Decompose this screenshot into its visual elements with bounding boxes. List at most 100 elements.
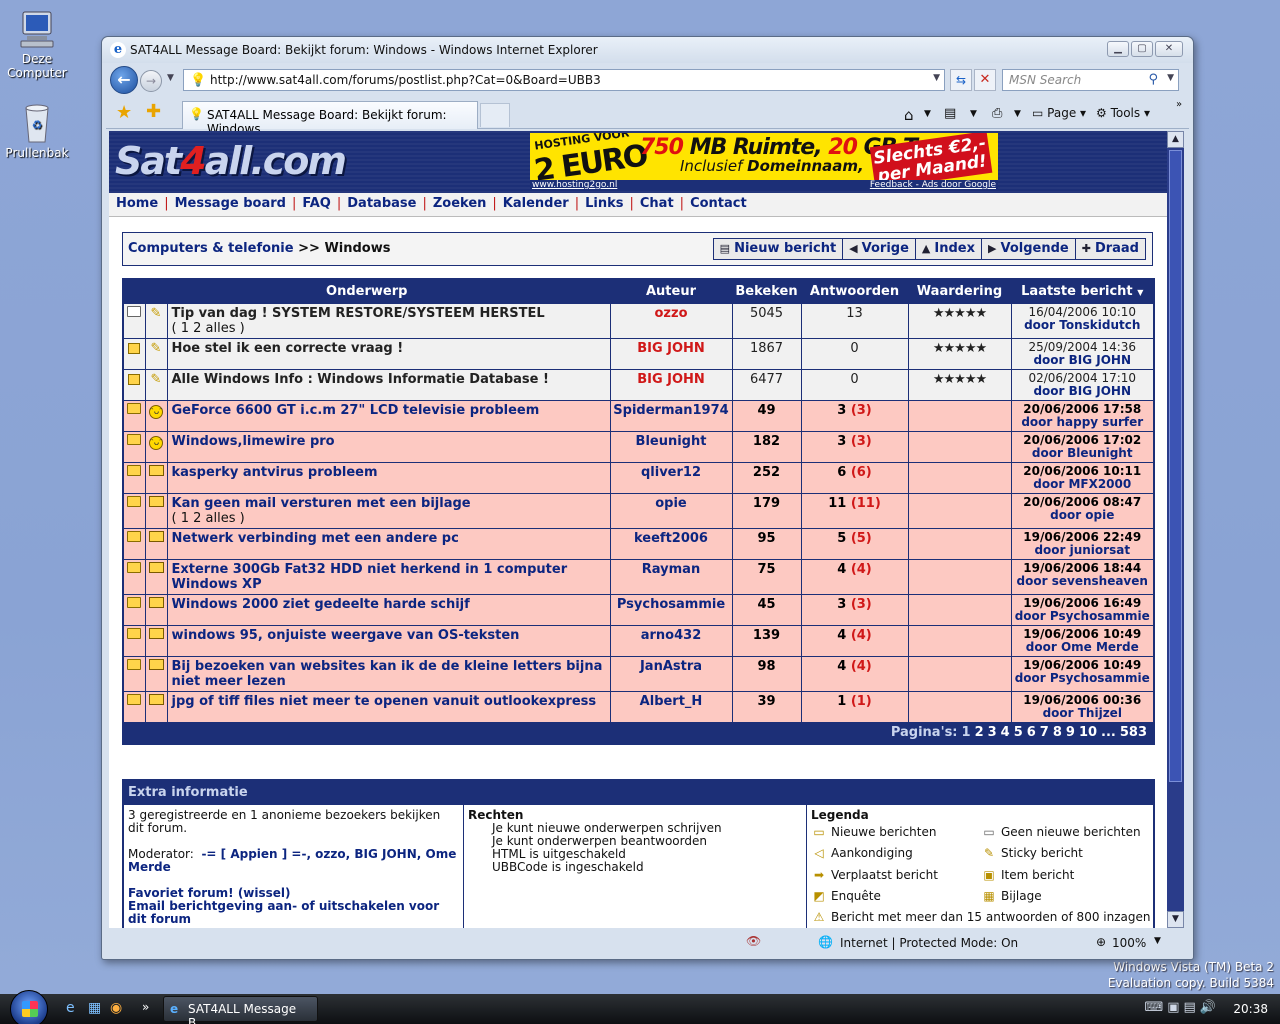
topic-link[interactable]: windows 95, onjuiste weergave van OS-tek…: [172, 628, 520, 643]
zoom-dropdown-icon[interactable]: ▼: [1154, 936, 1161, 946]
topic-pages[interactable]: ( 1 2 alles ): [172, 511, 608, 526]
menu-item-contact[interactable]: Contact: [690, 196, 747, 211]
col-replies[interactable]: Antwoorden: [800, 278, 909, 304]
page-link[interactable]: 8: [1053, 725, 1062, 740]
scroll-down-icon[interactable]: ▼: [1167, 911, 1184, 928]
desktop-icon-recycle-bin[interactable]: ♻ Prullenbak: [4, 102, 70, 160]
topic-link[interactable]: Externe 300Gb Fat32 HDD niet herkend in …: [172, 562, 568, 592]
menu-item-message-board[interactable]: Message board: [175, 196, 286, 211]
last-post-author[interactable]: door Tonskidutch: [1014, 318, 1152, 332]
print-icon[interactable]: ⎙: [992, 106, 1002, 121]
topic-author[interactable]: qliver12: [609, 461, 733, 494]
topic-link[interactable]: Netwerk verbinding met een andere pc: [172, 531, 459, 546]
stop-button[interactable]: ✕: [974, 69, 996, 91]
topic-author[interactable]: Bleunight: [609, 430, 733, 463]
browser-tab[interactable]: 💡 SAT4ALL Message Board: Bekijkt forum: …: [182, 101, 478, 136]
menu-item-links[interactable]: Links: [585, 196, 623, 211]
breadcrumb-parent[interactable]: Computers & telefonie: [128, 241, 294, 256]
topic-author[interactable]: Rayman: [609, 558, 733, 595]
start-button[interactable]: [10, 990, 48, 1024]
ie-quicklaunch-icon[interactable]: e: [66, 1000, 75, 1016]
zoom-icon[interactable]: ⊕: [1096, 935, 1106, 949]
topic-link[interactable]: Alle Windows Info : Windows Informatie D…: [172, 372, 549, 387]
topic-link[interactable]: jpg of tiff files niet meer te openen va…: [172, 694, 597, 709]
chevron-right-icon[interactable]: »: [1176, 99, 1182, 110]
topic-pages[interactable]: ( 1 2 alles ): [172, 321, 608, 336]
last-post-author[interactable]: door Psychosammie: [1014, 671, 1152, 685]
tools-menu[interactable]: ⚙ Tools ▾: [1096, 106, 1150, 120]
home-dropdown-icon[interactable]: ▼: [924, 109, 931, 119]
home-icon[interactable]: ⌂: [904, 106, 914, 124]
menu-item-kalender[interactable]: Kalender: [503, 196, 569, 211]
last-post-author[interactable]: door Thijzel: [1014, 706, 1152, 720]
last-post-author[interactable]: door juniorsat: [1014, 543, 1152, 557]
new-tab-button[interactable]: [480, 103, 510, 127]
menu-item-home[interactable]: Home: [116, 196, 158, 211]
topic-author[interactable]: Spiderman1974: [609, 399, 733, 432]
topic-link[interactable]: Kan geen mail versturen met een bijlage: [172, 496, 471, 511]
new-post-button[interactable]: ▤ Nieuw bericht: [714, 239, 844, 259]
minimize-button[interactable]: ▁: [1107, 41, 1129, 57]
topic-link[interactable]: Tip van dag ! SYSTEM RESTORE/SYSTEEM HER…: [172, 306, 545, 321]
page-link[interactable]: 4: [1001, 725, 1010, 740]
close-button[interactable]: ✕: [1155, 41, 1183, 57]
next-button[interactable]: ▶ Volgende: [982, 239, 1076, 259]
page-menu[interactable]: ▭ Page ▾: [1032, 106, 1086, 120]
maximize-button[interactable]: ▢: [1131, 41, 1153, 57]
desktop-quicklaunch-icon[interactable]: ▦: [88, 1000, 101, 1016]
menu-item-zoeken[interactable]: Zoeken: [433, 196, 487, 211]
clock[interactable]: 20:38: [1233, 1002, 1268, 1016]
email-notify-link[interactable]: Email berichtgeving aan- of uitschakelen…: [128, 900, 459, 926]
search-icon[interactable]: ⚲: [1148, 72, 1158, 87]
last-post-author[interactable]: door BIG JOHN: [1014, 384, 1152, 398]
print-dropdown-icon[interactable]: ▼: [1014, 109, 1021, 119]
topic-author[interactable]: BIG JOHN: [609, 368, 733, 401]
page-link[interactable]: 583: [1120, 725, 1147, 740]
title-bar[interactable]: e SAT4ALL Message Board: Bekijkt forum: …: [102, 37, 1193, 63]
topic-author[interactable]: ozzo: [609, 302, 733, 339]
last-post-author[interactable]: door happy surfer: [1014, 415, 1152, 429]
topic-author[interactable]: JanAstra: [609, 655, 733, 692]
topic-author[interactable]: Albert_H: [609, 690, 733, 723]
last-post-author[interactable]: door BIG JOHN: [1014, 353, 1152, 367]
menu-item-database[interactable]: Database: [347, 196, 416, 211]
index-button[interactable]: ▲ Index: [916, 239, 982, 259]
last-post-author[interactable]: door opie: [1014, 508, 1152, 522]
address-dropdown-icon[interactable]: ▼: [933, 73, 940, 83]
feeds-icon[interactable]: ▤: [944, 106, 956, 121]
last-post-author[interactable]: door Bleunight: [1014, 446, 1152, 460]
col-views[interactable]: Bekeken: [731, 278, 802, 304]
page-link[interactable]: 7: [1040, 725, 1049, 740]
topic-author[interactable]: opie: [609, 492, 733, 529]
thread-button[interactable]: ✚ Draad: [1076, 239, 1145, 259]
last-post-author[interactable]: door sevensheaven: [1014, 574, 1152, 588]
page-link[interactable]: 9: [1066, 725, 1075, 740]
hosting-ad[interactable]: HOSTING VOOR 2 EURO 750 MB Ruimte, 20 GB…: [530, 133, 998, 191]
page-link[interactable]: 10: [1079, 725, 1097, 740]
topic-link[interactable]: Windows,limewire pro: [172, 434, 335, 449]
back-button[interactable]: ←: [110, 66, 138, 94]
ad-link[interactable]: www.hosting2go.nl: [532, 180, 617, 191]
col-last-post[interactable]: Laatste bericht ▼: [1010, 278, 1155, 304]
scroll-up-icon[interactable]: ▲: [1167, 131, 1184, 148]
ad-feedback-link[interactable]: Feedback - Ads door Google: [870, 180, 996, 191]
menu-item-faq[interactable]: FAQ: [302, 196, 331, 211]
address-bar[interactable]: 💡 http://www.sat4all.com/forums/postlist…: [183, 69, 945, 91]
security-zone[interactable]: Internet | Protected Mode: On: [840, 936, 1018, 950]
last-post-author[interactable]: door Ome Merde: [1014, 640, 1152, 654]
last-post-author[interactable]: door Psychosammie: [1014, 609, 1152, 623]
page-link[interactable]: 3: [988, 725, 997, 740]
page-link[interactable]: 2: [975, 725, 984, 740]
system-tray[interactable]: ⌨▣▤🔊: [1144, 1000, 1220, 1015]
prev-button[interactable]: ◀ Vorige: [843, 239, 916, 259]
last-post-author[interactable]: door MFX2000: [1014, 477, 1152, 491]
search-input[interactable]: MSN Search ⚲ ▼: [1002, 69, 1179, 91]
taskbar-task-ie[interactable]: e SAT4ALL Message B...: [163, 996, 318, 1024]
favorites-star-icon[interactable]: ★: [116, 102, 132, 123]
zoom-level[interactable]: 100%: [1112, 936, 1146, 950]
page-link[interactable]: 5: [1014, 725, 1023, 740]
forward-button[interactable]: →: [140, 70, 162, 92]
page-link[interactable]: 6: [1027, 725, 1036, 740]
scroll-thumb[interactable]: [1169, 150, 1182, 782]
topic-link[interactable]: Windows 2000 ziet gedeelte harde schijf: [172, 597, 470, 612]
